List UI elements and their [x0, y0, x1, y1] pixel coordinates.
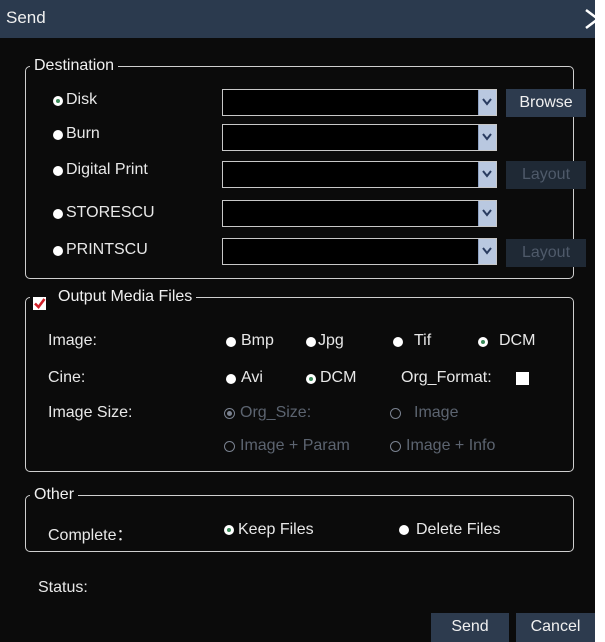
radio-image-bmp[interactable]: [226, 337, 236, 347]
radio-disk[interactable]: [53, 96, 63, 106]
image-size-label: Image Size:: [48, 404, 133, 421]
checkmark-icon: [34, 298, 46, 309]
chevron-down-icon: [482, 98, 492, 106]
size-org-label: Org_Size:: [240, 404, 312, 421]
image-jpg-label: Jpg: [318, 332, 344, 349]
storescu-combo[interactable]: [222, 200, 497, 227]
label-storescu: STORESCU: [66, 204, 155, 221]
cine-dcm-label: DCM: [320, 369, 357, 386]
radio-cine-dcm[interactable]: [306, 374, 316, 384]
cine-avi-label: Avi: [241, 369, 263, 386]
radio-printscu[interactable]: [53, 246, 63, 256]
combo-arrow-button[interactable]: [478, 201, 496, 226]
label-printscu: PRINTSCU: [66, 241, 148, 258]
send-button[interactable]: Send: [431, 613, 509, 642]
radio-size-image[interactable]: [390, 408, 401, 419]
radio-burn[interactable]: [53, 130, 63, 140]
image-bmp-label: Bmp: [241, 332, 274, 349]
size-image-label: Image: [414, 404, 459, 421]
radio-size-image-info[interactable]: [390, 441, 401, 452]
output-media-checkbox[interactable]: [33, 297, 46, 310]
radio-image-dcm[interactable]: [478, 337, 488, 347]
title-bar: Send: [0, 0, 601, 38]
disk-path-combo[interactable]: [222, 89, 497, 116]
image-tif-label: Tif: [414, 332, 432, 349]
complete-label: Complete：: [48, 527, 133, 544]
radio-size-image-param[interactable]: [224, 441, 235, 452]
size-image-param-label: Image + Param: [240, 437, 350, 454]
image-format-label: Image:: [48, 332, 97, 349]
radio-cine-avi[interactable]: [226, 374, 236, 384]
close-icon[interactable]: [583, 8, 603, 30]
radio-delete-files[interactable]: [399, 525, 409, 535]
destination-legend: Destination: [34, 57, 115, 74]
label-digital-print: Digital Print: [66, 161, 148, 178]
image-dcm-label: DCM: [499, 332, 536, 349]
browse-button[interactable]: Browse: [506, 89, 586, 117]
org-format-checkbox[interactable]: [516, 372, 529, 385]
status-label: Status:: [38, 579, 88, 596]
combo-arrow-button[interactable]: [478, 162, 496, 187]
chevron-down-icon: [482, 247, 492, 255]
size-image-info-label: Image + Info: [406, 437, 496, 454]
cine-format-label: Cine:: [48, 369, 86, 386]
send-dialog: Send Destination Disk Browse Burn Digita…: [0, 0, 601, 642]
layout-button-digital-print[interactable]: Layout: [506, 161, 586, 189]
label-disk: Disk: [66, 91, 98, 108]
radio-image-jpg[interactable]: [306, 337, 316, 347]
delete-files-label: Delete Files: [416, 521, 501, 538]
radio-size-org[interactable]: [224, 408, 235, 419]
radio-storescu[interactable]: [53, 209, 63, 219]
burn-device-combo[interactable]: [222, 124, 497, 151]
combo-arrow-button[interactable]: [478, 125, 496, 150]
chevron-down-icon: [482, 170, 492, 178]
layout-button-printscu[interactable]: Layout: [506, 239, 586, 267]
printscu-combo[interactable]: [222, 238, 497, 265]
cancel-button[interactable]: Cancel: [516, 613, 595, 642]
digital-print-combo[interactable]: [222, 161, 497, 188]
org-format-label: Org_Format:: [401, 369, 492, 386]
radio-keep-files[interactable]: [224, 525, 234, 535]
chevron-down-icon: [482, 133, 492, 141]
radio-digital-print[interactable]: [53, 166, 63, 176]
output-media-legend: Output Media Files: [58, 288, 193, 305]
dialog-title: Send: [6, 8, 46, 27]
chevron-down-icon: [482, 209, 492, 217]
keep-files-label: Keep Files: [238, 521, 314, 538]
other-legend: Other: [34, 486, 75, 503]
combo-arrow-button[interactable]: [478, 90, 496, 115]
radio-image-tif[interactable]: [393, 337, 403, 347]
label-burn: Burn: [66, 125, 100, 142]
combo-arrow-button[interactable]: [478, 239, 496, 264]
